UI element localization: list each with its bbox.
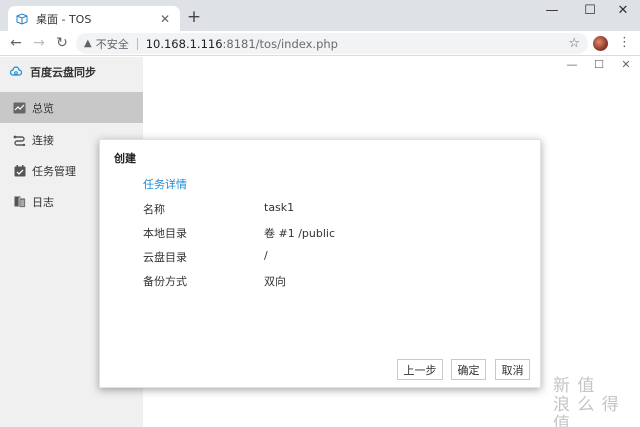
detail-label: 备份方式 xyxy=(143,275,187,288)
tos-favicon-icon xyxy=(16,12,28,25)
bookmark-star-icon[interactable]: ☆ xyxy=(568,36,580,51)
detail-row-cloud-dir: 云盘目录 / xyxy=(143,249,523,264)
back-button[interactable]: ← xyxy=(7,34,25,52)
browser-tab[interactable]: 桌面 - TOS ✕ xyxy=(8,6,180,31)
detail-row-local-dir: 本地目录 卷 #1 /public xyxy=(143,225,523,240)
prev-step-button[interactable]: 上一步 xyxy=(397,359,443,380)
task-details-heading: 任务详情 xyxy=(143,178,187,191)
app-maximize-button[interactable]: ☐ xyxy=(592,58,606,72)
app-close-button[interactable]: ✕ xyxy=(619,58,633,72)
confirm-button[interactable]: 确定 xyxy=(451,359,486,380)
detail-label: 名称 xyxy=(143,203,165,216)
omnibox-divider xyxy=(136,37,138,50)
detail-label: 本地目录 xyxy=(143,227,187,240)
detail-row-name: 名称 task1 xyxy=(143,201,523,216)
app-title: 百度云盘同步 xyxy=(9,64,96,80)
browser-menu-icon[interactable]: ⋮ xyxy=(618,35,631,51)
sidebar-item-overview[interactable]: 总览 xyxy=(0,92,143,123)
create-task-dialog: 创建 任务详情 名称 task1 本地目录 卷 #1 /public 云盘目录 … xyxy=(99,139,541,388)
log-icon xyxy=(13,195,26,208)
overview-chart-icon xyxy=(13,101,26,114)
watermark-line-2: 浪 么 得 值 xyxy=(553,395,620,427)
task-check-icon xyxy=(13,164,26,177)
detail-value: task1 xyxy=(264,201,295,214)
detail-row-backup-mode: 备份方式 双向 xyxy=(143,273,523,288)
reload-button[interactable]: ↻ xyxy=(53,34,71,52)
tab-title: 桌面 - TOS xyxy=(36,12,92,26)
forward-button[interactable]: → xyxy=(30,34,48,52)
new-tab-button[interactable]: + xyxy=(186,8,202,26)
warning-icon[interactable]: ▲ xyxy=(84,38,92,49)
window-minimize-button[interactable]: — xyxy=(541,3,563,19)
watermark-line-1: 新 值 xyxy=(553,376,596,396)
detail-label: 云盘目录 xyxy=(143,251,187,264)
dialog-title: 创建 xyxy=(114,152,136,165)
cancel-button[interactable]: 取消 xyxy=(495,359,530,380)
window-maximize-button[interactable]: ☐ xyxy=(579,3,601,19)
url-path: :8181/tos/index.php xyxy=(222,36,338,51)
url-host: 10.168.1.116 xyxy=(145,36,223,51)
detail-value: 卷 #1 /public xyxy=(264,227,336,240)
detail-value: / xyxy=(264,249,268,262)
sidebar-item-label: 连接 xyxy=(32,133,54,147)
sidebar-item-label: 总览 xyxy=(32,101,54,115)
sidebar-item-label: 日志 xyxy=(32,195,54,209)
tab-close-icon[interactable]: ✕ xyxy=(158,12,172,26)
address-bar[interactable]: ▲ 不安全 10.168.1.116 :8181/tos/index.php ☆ xyxy=(76,33,588,54)
cloud-logo-icon xyxy=(9,66,23,78)
security-label[interactable]: 不安全 xyxy=(96,36,129,52)
sidebar-item-label: 任务管理 xyxy=(32,164,76,178)
browser-tab-bar: 桌面 - TOS ✕ + — ☐ ✕ xyxy=(0,0,640,31)
site-watermark: 新 值 浪 么 得 值 xyxy=(553,377,640,427)
detail-value: 双向 xyxy=(264,275,286,288)
window-close-button[interactable]: ✕ xyxy=(612,3,634,19)
browser-toolbar: ← → ↻ ▲ 不安全 10.168.1.116 :8181/tos/index… xyxy=(0,31,640,56)
app-title-text: 百度云盘同步 xyxy=(30,66,96,79)
profile-avatar[interactable] xyxy=(593,36,608,51)
connection-icon xyxy=(13,133,26,146)
app-minimize-button[interactable]: — xyxy=(565,58,579,72)
